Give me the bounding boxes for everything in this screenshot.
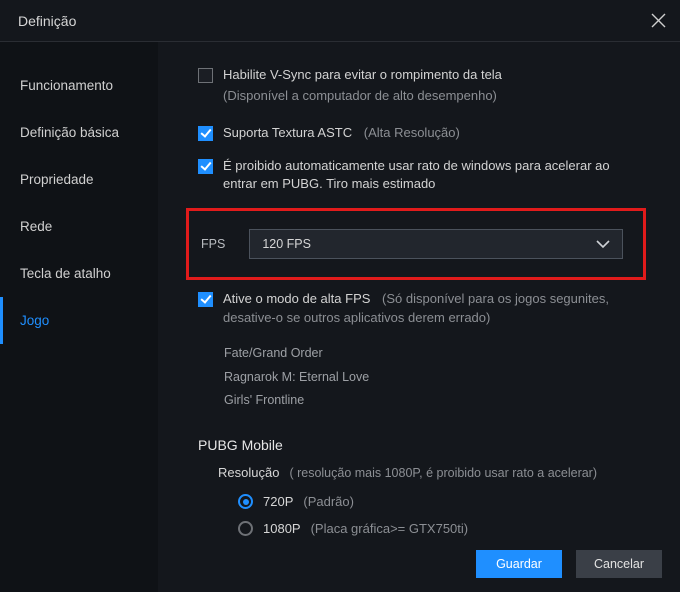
astc-row: Suporta Textura ASTC (Alta Resolução): [198, 124, 656, 143]
save-button[interactable]: Guardar: [476, 550, 562, 578]
sidebar-item-label: Definição básica: [20, 125, 119, 140]
radio-label: 1080P: [263, 521, 301, 536]
radio-label: 720P: [263, 494, 293, 509]
fps-label: FPS: [201, 237, 225, 251]
sidebar-item-label: Funcionamento: [20, 78, 113, 93]
astc-note: (Alta Resolução): [364, 125, 460, 140]
mouse-label: É proibido automaticamente usar rato de …: [223, 158, 610, 192]
vsync-note: (Disponível a computador de alto desempe…: [223, 87, 502, 106]
fps-dropdown[interactable]: 120 FPS: [249, 229, 623, 259]
resolution-radio-group: 720P (Padrão) 1080P (Placa gráfica>= GTX75…: [238, 494, 656, 536]
fps-highlight-box: FPS 120 FPS: [186, 208, 646, 280]
vsync-row: Habilite V-Sync para evitar o rompimento…: [198, 66, 656, 106]
sidebar-item-rede[interactable]: Rede: [0, 203, 158, 250]
sidebar-item-tecla-de-atalho[interactable]: Tecla de atalho: [0, 250, 158, 297]
vsync-checkbox[interactable]: [198, 68, 213, 83]
radio-720p[interactable]: [238, 494, 253, 509]
radio-sublabel: (Padrão): [303, 494, 354, 509]
highfps-checkbox[interactable]: [198, 292, 213, 307]
resolution-note: ( resolução mais 1080P, é proibido usar …: [289, 466, 597, 480]
sidebar-item-label: Jogo: [20, 313, 49, 328]
content-panel: Habilite V-Sync para evitar o rompimento…: [158, 42, 680, 592]
highfps-row: Ative o modo de alta FPS (Só disponível …: [198, 290, 656, 328]
sidebar-item-jogo[interactable]: Jogo: [0, 297, 158, 344]
sidebar-item-label: Propriedade: [20, 172, 94, 187]
game-item: Girls' Frontline: [224, 389, 656, 413]
sidebar-item-label: Tecla de atalho: [20, 266, 111, 281]
astc-checkbox[interactable]: [198, 126, 213, 141]
pubg-section-title: PUBG Mobile: [198, 437, 656, 453]
window-title: Definição: [18, 13, 76, 29]
radio-sublabel: (Placa gráfica>= GTX750ti): [311, 521, 469, 536]
radio-1080p[interactable]: [238, 521, 253, 536]
mouse-row: É proibido automaticamente usar rato de …: [198, 157, 656, 195]
highfps-label: Ative o modo de alta FPS: [223, 291, 370, 306]
resolution-option-1080p[interactable]: 1080P (Placa gráfica>= GTX750ti): [238, 521, 656, 536]
resolution-label: Resolução: [218, 465, 279, 480]
sidebar-item-definicao-basica[interactable]: Definição básica: [0, 109, 158, 156]
astc-label: Suporta Textura ASTC: [223, 125, 352, 140]
sidebar-item-funcionamento[interactable]: Funcionamento: [0, 62, 158, 109]
sidebar-item-propriedade[interactable]: Propriedade: [0, 156, 158, 203]
cancel-button[interactable]: Cancelar: [576, 550, 662, 578]
game-item: Fate/Grand Order: [224, 342, 656, 366]
cancel-button-label: Cancelar: [594, 557, 644, 571]
close-icon[interactable]: [651, 13, 666, 28]
highfps-game-list: Fate/Grand Order Ragnarok M: Eternal Lov…: [224, 342, 656, 413]
sidebar-item-label: Rede: [20, 219, 52, 234]
resolution-option-720p[interactable]: 720P (Padrão): [238, 494, 656, 509]
vsync-label: Habilite V-Sync para evitar o rompimento…: [223, 67, 502, 82]
resolution-row: Resolução ( resolução mais 1080P, é proi…: [218, 465, 656, 480]
fps-value: 120 FPS: [262, 237, 311, 251]
sidebar: Funcionamento Definição básica Proprieda…: [0, 42, 158, 592]
footer-buttons: Guardar Cancelar: [476, 550, 662, 578]
game-item: Ragnarok M: Eternal Love: [224, 366, 656, 390]
mouse-checkbox[interactable]: [198, 159, 213, 174]
chevron-down-icon: [596, 240, 610, 249]
titlebar: Definição: [0, 0, 680, 42]
save-button-label: Guardar: [496, 557, 542, 571]
